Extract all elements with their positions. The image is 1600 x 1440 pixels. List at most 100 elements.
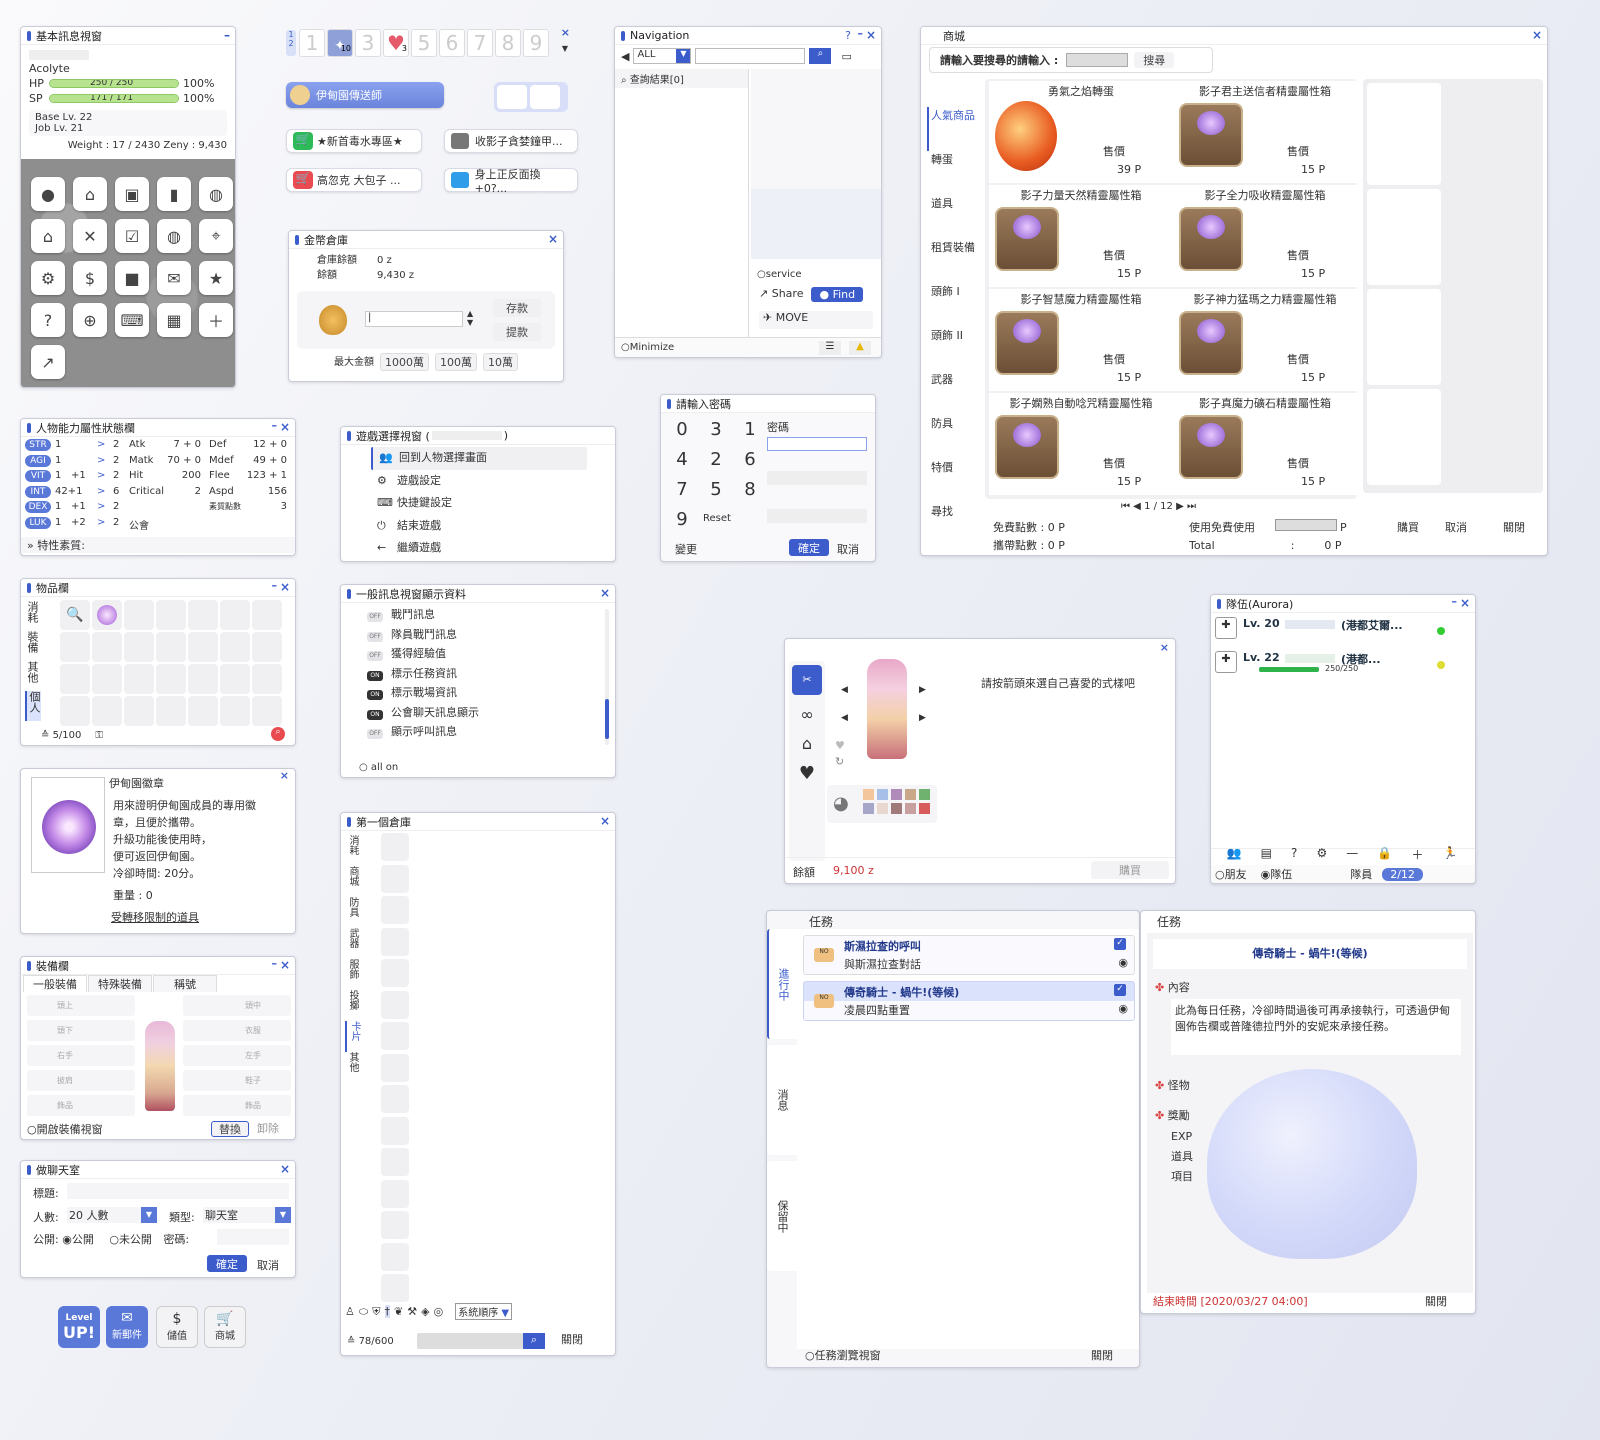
add-friend-icon[interactable]: ＋ <box>199 303 233 337</box>
shop-close-button[interactable]: 關閉 <box>1503 519 1525 535</box>
equip-slot-left[interactable]: 頭上 <box>27 995 135 1016</box>
inventory-slot[interactable] <box>92 696 122 726</box>
reset-button[interactable]: Reset <box>703 513 731 524</box>
help-icon[interactable]: ? <box>845 29 851 42</box>
heart-icon[interactable]: ♥ <box>792 763 822 784</box>
empty-shop-slot[interactable] <box>1367 289 1441 385</box>
quick-1m-button[interactable]: 100萬 <box>435 353 477 371</box>
leave-icon[interactable]: — <box>1346 846 1358 863</box>
storage-icon[interactable]: ▣ <box>115 177 149 211</box>
hotbar-slot[interactable]: 6 <box>439 29 465 57</box>
inventory-slot[interactable] <box>92 600 122 630</box>
minimize-icon[interactable]: – <box>1452 595 1458 608</box>
chart-icon[interactable]: ↗ <box>31 345 65 379</box>
chevron-double-down-icon[interactable]: » <box>27 539 34 552</box>
inventory-slot[interactable] <box>60 664 90 694</box>
party-member-2[interactable]: ✚ Lv. 22 (港都... 250/250 <box>1215 649 1465 679</box>
navigation-titlebar[interactable]: Navigation? – × <box>615 27 881 45</box>
category-icon-1[interactable]: ♙ <box>345 1305 355 1318</box>
add-member-icon[interactable]: 👥 <box>1227 846 1242 863</box>
inventory-slot[interactable] <box>188 600 218 630</box>
storage-slot[interactable] <box>381 1211 409 1239</box>
party-member-1[interactable]: ✚ Lv. 20 (港都艾爾... <box>1215 615 1465 645</box>
inventory-slot[interactable] <box>220 696 250 726</box>
quest-detail-close-button[interactable]: 關閉 <box>1425 1293 1447 1309</box>
game-menu-item[interactable]: 👥 回到人物選擇畫面 <box>371 447 587 470</box>
shop-category-9[interactable]: 尋找 <box>927 503 985 547</box>
share-button[interactable]: ↗ Share <box>759 287 803 302</box>
equip-tab[interactable]: 特殊裝備 <box>88 975 152 992</box>
inventory-slot[interactable] <box>156 696 186 726</box>
type-select[interactable]: 聊天室 ▼ <box>203 1207 291 1223</box>
glasses-icon[interactable]: ∞ <box>792 705 822 724</box>
mail-icon[interactable]: ✉ <box>157 261 191 295</box>
storage-tab[interactable]: 服飾 <box>345 959 359 990</box>
close-icon[interactable]: × <box>1160 641 1169 654</box>
deposit-button[interactable]: 存款 <box>493 299 541 317</box>
hotbar-page-top[interactable]: 1 <box>286 30 296 39</box>
inventory-slot[interactable] <box>92 664 122 694</box>
inventory-slot[interactable] <box>252 664 282 694</box>
shop-item[interactable]: 影子全力吸收精靈屬性箱 售價 15 P <box>1173 185 1357 287</box>
toggle-panel[interactable] <box>494 82 568 112</box>
inventory-slot[interactable] <box>188 664 218 694</box>
invite-icon[interactable]: ＋ <box>1411 846 1423 863</box>
storage-slot[interactable] <box>381 896 409 924</box>
toggle-badge[interactable]: ON <box>367 709 383 720</box>
hotbar-slot[interactable]: 3 <box>355 29 381 57</box>
inventory-tab[interactable]: 裝備 <box>25 631 39 661</box>
shop-item[interactable]: 影子神力猛瑪之力精靈屬性箱 售價 15 P <box>1173 289 1357 391</box>
withdraw-button[interactable]: 提款 <box>493 323 541 341</box>
storage-tab[interactable]: 投擲 <box>345 990 359 1021</box>
run-icon[interactable]: 🏃 <box>1442 846 1457 863</box>
shop-category-5[interactable]: 頭飾 II <box>927 327 985 371</box>
quest-tab[interactable]: 保留中 <box>767 1161 797 1271</box>
message-setting-row[interactable]: OFF 戰鬥訊息 <box>367 605 597 625</box>
hotbar-slot[interactable]: 8 <box>495 29 521 57</box>
open-equip-radio[interactable]: ○ <box>27 1123 37 1136</box>
toggle-slot-1[interactable] <box>497 85 527 109</box>
equip-slot-right[interactable]: 左手 <box>183 1045 291 1066</box>
empty-shop-slot[interactable] <box>1367 389 1441 485</box>
message-setting-row[interactable]: ON 公會聊天訊息顯示 <box>367 703 597 723</box>
friend-radio[interactable]: ○ <box>1215 868 1225 881</box>
character-icon[interactable]: ● <box>31 177 65 211</box>
shop-item[interactable]: 影子力量天然精靈屬性箱 售價 15 P <box>989 185 1173 287</box>
shop-titlebar[interactable]: 商城 × <box>921 27 1547 45</box>
sword-icon[interactable]: † <box>384 1305 391 1318</box>
shield-icon[interactable]: ⛨ <box>372 1305 380 1319</box>
toggle-badge[interactable]: ON <box>367 670 383 681</box>
storage-slot[interactable] <box>381 1148 409 1176</box>
folder-icon[interactable]: ▭ <box>841 50 851 63</box>
party-titlebar[interactable]: 隊伍(Aurora) – × <box>1211 595 1475 613</box>
title-input[interactable] <box>67 1183 289 1199</box>
shop-buy-button[interactable]: 購買 <box>1397 519 1419 535</box>
toggle-badge[interactable]: OFF <box>367 612 383 622</box>
shop-category-3[interactable]: 租賃裝備 <box>927 239 985 283</box>
filter-select[interactable]: ALL ▼ <box>633 48 692 64</box>
color-swatch[interactable] <box>877 803 888 814</box>
inventory-slot[interactable] <box>60 696 90 726</box>
shop-item[interactable]: 勇氣之焰轉蛋 售價 39 P <box>989 81 1173 183</box>
service-radio[interactable]: ○ <box>757 269 766 280</box>
pin-key[interactable]: 1 <box>735 419 765 445</box>
hotbar-slot[interactable]: ✦ 10 <box>327 29 353 57</box>
inventory-tab[interactable]: 消耗 <box>25 601 39 631</box>
inventory-slot[interactable] <box>156 600 186 630</box>
equip-slot-right[interactable]: 衣服 <box>183 1020 291 1041</box>
storage-slot[interactable] <box>381 990 409 1019</box>
inventory-slot[interactable] <box>124 664 154 694</box>
palette-icon[interactable]: ◕ <box>833 793 849 814</box>
move-button[interactable]: ✈ MOVE <box>759 311 873 329</box>
mail-button[interactable]: ✉ 新郵件 <box>106 1306 148 1348</box>
equip-slot-left[interactable]: 頭下 <box>27 1020 135 1041</box>
search-icon[interactable]: ⌕ <box>523 1333 545 1349</box>
inventory-slot[interactable] <box>92 632 122 662</box>
costume-icon[interactable]: ❦ <box>394 1305 403 1318</box>
toggle-badge[interactable]: OFF <box>367 729 383 739</box>
public-radio[interactable]: ◉ <box>62 1233 72 1246</box>
teleport-button[interactable]: 伊甸園傳送師 <box>286 82 444 108</box>
category-icon-2[interactable]: ⬭ <box>359 1305 368 1319</box>
close-icon[interactable]: × <box>280 420 290 434</box>
transfer-restriction-link[interactable]: 受轉移限制的道具 <box>111 909 199 925</box>
